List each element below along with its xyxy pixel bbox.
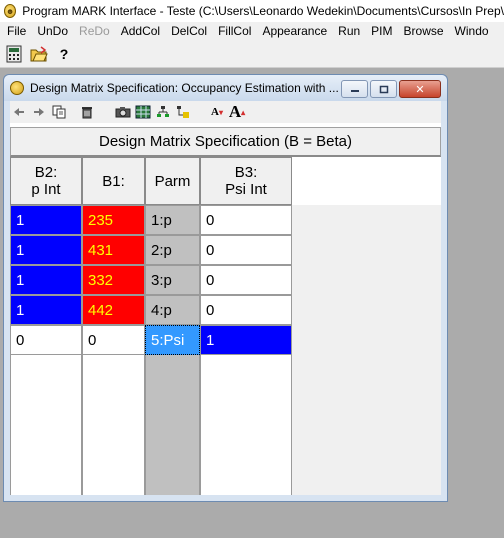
arrow-right-icon[interactable]: [30, 103, 48, 121]
menu-file[interactable]: File: [3, 22, 33, 41]
cell-r2-b3[interactable]: 0: [200, 235, 292, 265]
copy-icon[interactable]: [50, 103, 68, 121]
matrix-toolbar: A ▾ A ▴: [10, 101, 441, 123]
menu-pim[interactable]: PIM: [367, 22, 399, 41]
cell-r5-b2[interactable]: 0: [10, 325, 82, 355]
b2-column-empty: [10, 355, 82, 495]
calculator-icon[interactable]: [2, 43, 26, 66]
font-larger-icon[interactable]: A ▴: [228, 102, 246, 121]
cell-r4-b1[interactable]: 442: [82, 295, 145, 325]
app-toolbar: ?: [0, 41, 504, 68]
restore-button[interactable]: [370, 80, 397, 98]
flow-green-icon[interactable]: [154, 103, 172, 121]
design-matrix-window: Design Matrix Specification: Occupancy E…: [3, 74, 448, 502]
b3-column-empty: [200, 355, 292, 495]
menu-appearance[interactable]: Appearance: [258, 22, 334, 41]
window-title: Design Matrix Specification: Occupancy E…: [30, 81, 339, 95]
app-titlebar: ☻ Program MARK Interface - Teste (C:\Use…: [0, 0, 504, 22]
menu-delcol[interactable]: DelCol: [167, 22, 214, 41]
cell-r3-parm[interactable]: 3:p: [145, 265, 200, 295]
b1-column-empty: [82, 355, 145, 495]
cell-r2-parm[interactable]: 2:p: [145, 235, 200, 265]
menu-addcol[interactable]: AddCol: [117, 22, 167, 41]
cell-r4-b2[interactable]: 1: [10, 295, 82, 325]
cell-r3-b3[interactable]: 0: [200, 265, 292, 295]
menu-fillcol[interactable]: FillCol: [214, 22, 258, 41]
col-header-b2-line2: p Int: [31, 181, 61, 198]
col-header-parm[interactable]: Parm: [145, 157, 200, 205]
cell-r3-b1[interactable]: 332: [82, 265, 145, 295]
menu-redo[interactable]: ReDo: [75, 22, 117, 41]
col-header-b3[interactable]: B3: Psi Int: [200, 157, 292, 205]
col-header-b2[interactable]: B2: p Int: [10, 157, 82, 205]
grid-empty-area: [292, 205, 441, 495]
cell-r4-parm[interactable]: 4:p: [145, 295, 200, 325]
font-smaller-icon[interactable]: A ▾: [208, 103, 226, 121]
window-content: A ▾ A ▴ Design Matrix Specification (B = B…: [10, 101, 441, 495]
menu-undo[interactable]: UnDo: [33, 22, 75, 41]
cell-r2-b1[interactable]: 431: [82, 235, 145, 265]
window-titlebar: Design Matrix Specification: Occupancy E…: [4, 75, 447, 101]
parm-column-empty: [145, 355, 200, 495]
open-folder-icon[interactable]: [27, 43, 51, 66]
cell-r1-b2[interactable]: 1: [10, 205, 82, 235]
cell-r1-parm[interactable]: 1:p: [145, 205, 200, 235]
cell-r5-b1[interactable]: 0: [82, 325, 145, 355]
cell-r2-b2[interactable]: 1: [10, 235, 82, 265]
app-title: Program MARK Interface - Teste (C:\Users…: [22, 4, 504, 18]
col-header-b3-line1: B3:: [234, 164, 258, 181]
cell-r5-parm[interactable]: 5:Psi: [145, 325, 200, 355]
col-header-b2-line1: B2:: [34, 164, 58, 181]
cell-r5-b3[interactable]: 1: [200, 325, 292, 355]
mark-app-icon: ☻: [4, 4, 17, 18]
minimize-button[interactable]: [341, 80, 368, 98]
arrow-left-icon[interactable]: [10, 103, 28, 121]
grid-icon[interactable]: [134, 103, 152, 121]
col-header-parm-line1: Parm: [154, 172, 191, 190]
menu-window[interactable]: Windo: [451, 22, 496, 41]
menu-run[interactable]: Run: [334, 22, 367, 41]
col-header-b1[interactable]: B1:: [82, 157, 145, 205]
camera-icon[interactable]: [114, 103, 132, 121]
menu-browse[interactable]: Browse: [400, 22, 451, 41]
cell-r4-b3[interactable]: 0: [200, 295, 292, 325]
menubar: File UnDo ReDo AddCol DelCol FillCol App…: [0, 22, 504, 41]
col-header-b3-line2: Psi Int: [225, 181, 267, 198]
delete-icon[interactable]: [78, 103, 96, 121]
window-app-icon: [10, 81, 24, 95]
flow-yellow-icon[interactable]: [174, 103, 192, 121]
matrix-title: Design Matrix Specification (B = Beta): [10, 127, 441, 157]
help-icon[interactable]: ?: [52, 43, 76, 66]
cell-r3-b2[interactable]: 1: [10, 265, 82, 295]
col-header-b1-line1: B1:: [102, 172, 125, 190]
cell-r1-b1[interactable]: 235: [82, 205, 145, 235]
close-button[interactable]: ✕: [399, 80, 441, 98]
cell-r1-b3[interactable]: 0: [200, 205, 292, 235]
